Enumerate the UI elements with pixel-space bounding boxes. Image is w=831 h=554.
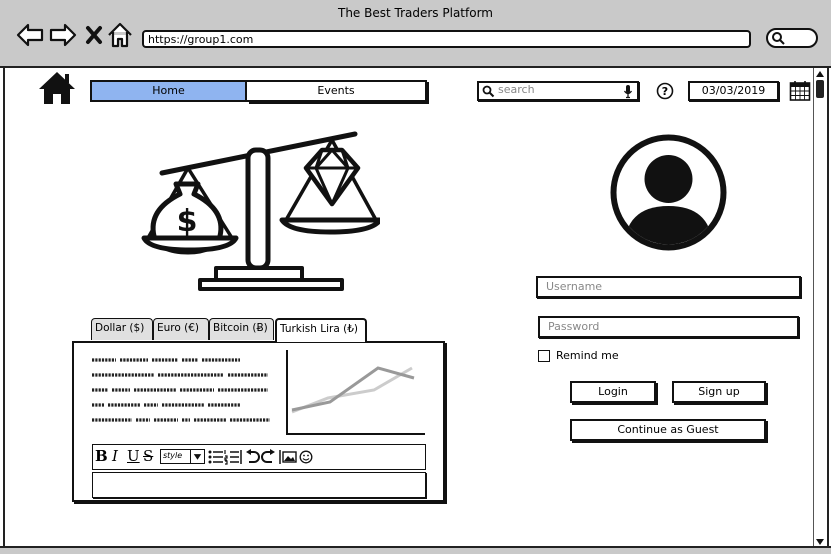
text-editor-area[interactable] (92, 472, 426, 498)
redo-icon[interactable] (261, 449, 276, 465)
vertical-scrollbar[interactable] (813, 68, 827, 548)
site-home-icon[interactable] (38, 71, 76, 105)
username-field[interactable]: Username (536, 276, 801, 298)
date-picker[interactable]: 03/03/2019 (688, 81, 779, 101)
strikethrough-icon[interactable]: S (143, 447, 153, 465)
placeholder-text-block (92, 358, 270, 422)
browser-search-field[interactable] (766, 28, 818, 48)
chevron-down-icon[interactable] (190, 450, 204, 463)
forward-icon[interactable] (48, 20, 78, 50)
signup-button[interactable]: Sign up (672, 381, 766, 403)
login-button[interactable]: Login (570, 381, 656, 403)
bottom-bar (0, 546, 831, 554)
bold-icon[interactable]: B (95, 447, 108, 465)
remind-me-checkbox[interactable] (538, 350, 550, 362)
mic-icon[interactable] (623, 84, 633, 99)
url-bar[interactable]: https://group1.com (142, 30, 751, 48)
image-icon[interactable] (279, 449, 297, 465)
svg-text:?: ? (662, 85, 668, 98)
tab-euro[interactable]: Euro (€) (153, 318, 209, 340)
continue-as-guest-button[interactable]: Continue as Guest (570, 419, 766, 441)
numbered-list-icon[interactable] (224, 449, 242, 465)
search-placeholder: search (498, 83, 535, 96)
scroll-down-icon[interactable] (815, 538, 825, 546)
tab-dollar[interactable]: Dollar ($) (91, 318, 153, 340)
nav-tab-home[interactable]: Home (90, 80, 247, 102)
back-icon[interactable] (15, 20, 45, 50)
emoji-icon[interactable] (299, 450, 313, 464)
avatar-icon (610, 134, 727, 251)
tab-turkish-lira[interactable]: Turkish Lira (₺) (275, 318, 367, 342)
undo-icon[interactable] (245, 449, 260, 465)
italic-icon[interactable]: I (112, 447, 118, 465)
tab-bitcoin[interactable]: Bitcoin (Ƀ) (209, 318, 274, 340)
line-chart-icon (286, 350, 425, 435)
calendar-icon[interactable] (789, 80, 811, 102)
search-icon (482, 85, 495, 98)
underline-icon[interactable]: U (127, 447, 140, 465)
help-icon[interactable]: ? (656, 82, 674, 100)
browser-search-icon (772, 32, 785, 45)
home-icon[interactable] (105, 20, 135, 50)
window-title: The Best Traders Platform (338, 6, 493, 20)
password-field[interactable]: Password (538, 316, 799, 338)
svg-text:$: $ (177, 204, 198, 239)
scrollbar-thumb[interactable] (816, 80, 824, 98)
nav-tab-events[interactable]: Events (247, 80, 427, 102)
scale-icon: $ (141, 131, 380, 291)
remind-me-label: Remind me (556, 349, 619, 362)
scroll-up-icon[interactable] (815, 70, 825, 78)
